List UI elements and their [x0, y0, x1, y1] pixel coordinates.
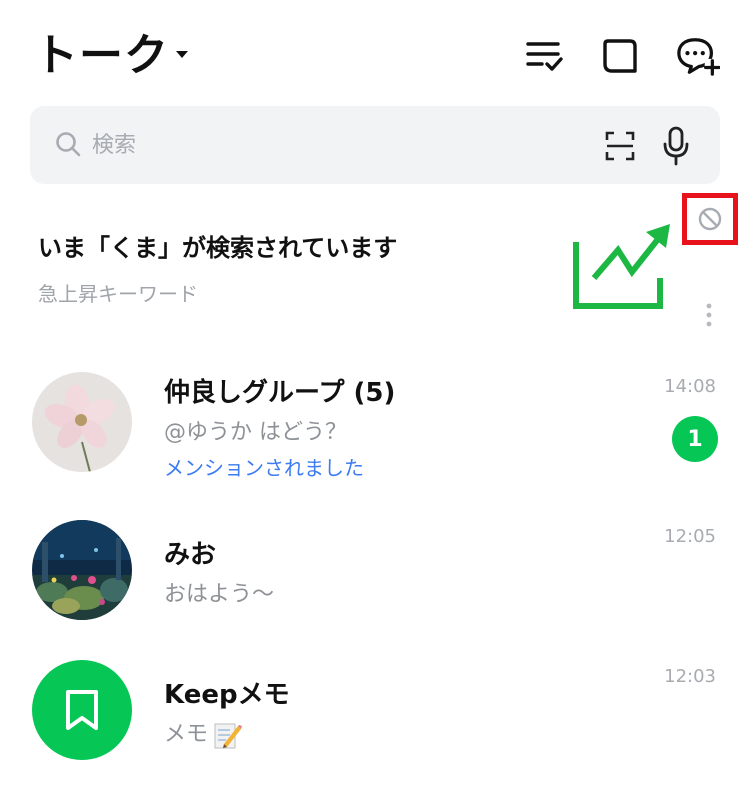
chat-row-keep-memo[interactable]: Keepメモ メモ 12:03	[0, 660, 750, 790]
chat-last-message-text: メモ	[164, 722, 209, 747]
search-bar[interactable]	[30, 106, 720, 184]
memo-emoji-icon	[214, 723, 243, 749]
chat-row-mio[interactable]: みお おはよう〜 12:05	[0, 520, 750, 650]
chat-time: 12:05	[664, 526, 716, 547]
dismiss-trending-button[interactable]	[682, 193, 738, 245]
avatar-group	[32, 372, 132, 472]
chat-name: 仲良しグループ (5)	[164, 378, 396, 408]
block-icon	[698, 207, 722, 231]
edit-list-button[interactable]	[522, 34, 566, 78]
chat-name: みお	[164, 540, 217, 570]
avatar-mio	[32, 520, 132, 620]
chat-time: 12:03	[664, 666, 716, 687]
new-chat-button[interactable]	[676, 34, 720, 78]
header: トーク	[0, 0, 750, 100]
chat-last-message: おはよう〜	[164, 582, 275, 607]
more-vertical-icon	[706, 303, 712, 327]
trending-subtitle: 急上昇キーワード	[38, 282, 198, 306]
bookmark-icon	[66, 690, 98, 730]
chat-name: Keepメモ	[164, 680, 290, 710]
search-input[interactable]	[92, 126, 512, 164]
trending-up-arrow-icon	[573, 224, 670, 309]
scan-icon	[605, 131, 635, 161]
chat-last-message: メモ	[164, 716, 243, 750]
unread-badge: 1	[672, 416, 718, 462]
mention-notice: メンションされました	[164, 456, 364, 480]
aquarium-photo	[32, 520, 132, 620]
page-title[interactable]: トーク	[34, 28, 169, 84]
microphone-icon	[663, 126, 689, 166]
voice-search-button[interactable]	[656, 124, 696, 168]
open-chat-icon	[603, 39, 637, 73]
caret-down-icon[interactable]	[174, 46, 190, 62]
chat-last-message: @ゆうか はどう？	[164, 420, 347, 445]
avatar-keep-memo	[32, 660, 132, 760]
trending-title: いま「くま」が検索されています	[38, 234, 398, 262]
chat-plus-icon	[677, 38, 720, 76]
more-options-button[interactable]	[698, 300, 720, 330]
qr-scan-button[interactable]	[600, 126, 640, 166]
flower-photo	[32, 372, 132, 472]
chat-row-group[interactable]: 仲良しグループ (5) @ゆうか はどう？ メンションされました 14:08 1	[0, 372, 750, 502]
trending-keyword-card[interactable]: いま「くま」が検索されています 急上昇キーワード	[0, 192, 750, 332]
search-icon	[56, 132, 81, 157]
chat-time: 14:08	[664, 376, 716, 397]
list-check-icon	[526, 42, 563, 71]
open-chat-button[interactable]	[598, 34, 642, 78]
